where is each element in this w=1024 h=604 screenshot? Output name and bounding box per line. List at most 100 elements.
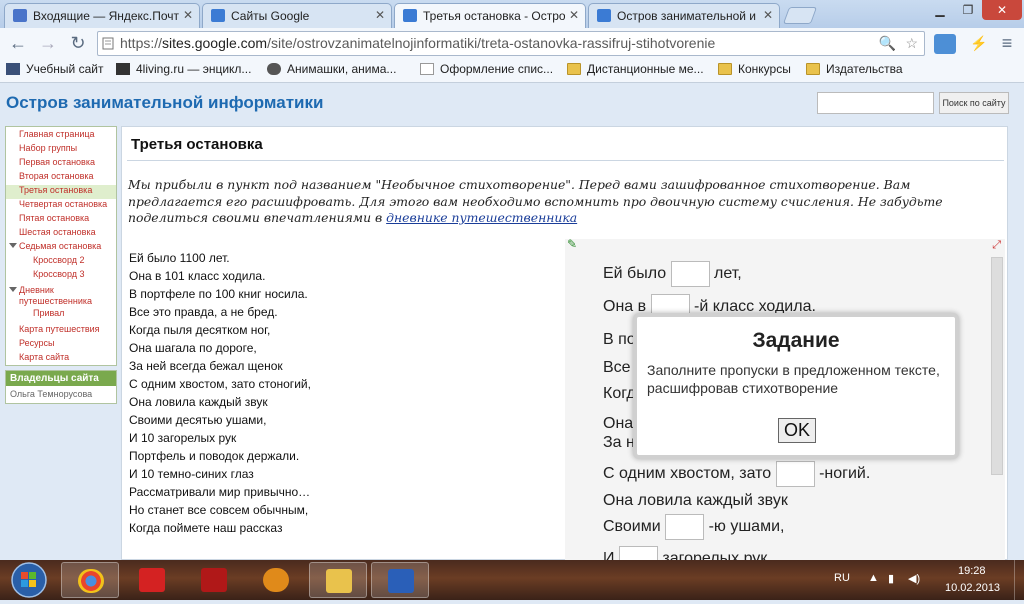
bookmark-item[interactable]: Анимашки, анима...	[267, 62, 396, 76]
answer-input[interactable]	[665, 514, 705, 540]
mail-icon	[13, 9, 27, 22]
url-prefix: https://	[120, 35, 163, 51]
gadget-line: Все	[603, 359, 631, 376]
gadget-text: Ей было	[603, 265, 667, 283]
nav-item-stop-6[interactable]: Шестая остановка	[6, 227, 116, 241]
taskbar-media[interactable]	[247, 562, 305, 598]
weather-extension-icon[interactable]	[934, 34, 956, 54]
show-hidden-icons-icon[interactable]: ▲	[868, 572, 879, 584]
poem-line: Когда поймете наш рассказ	[129, 521, 283, 535]
tab-google-sites[interactable]: Сайты Google ✕	[202, 3, 392, 28]
poem-line: Но станет все совсем обычным,	[129, 503, 309, 517]
system-tray: RU ▲ ▮ ◀) 19:28 10.02.2013	[820, 560, 1024, 600]
bookmark-item[interactable]: Дистанционные ме...	[567, 62, 704, 76]
document-icon	[102, 37, 114, 50]
gadget-text: Своими	[603, 518, 661, 536]
bookmark-item[interactable]: 4living.ru — энцикл...	[116, 62, 251, 76]
taskbar-chrome[interactable]	[61, 562, 119, 598]
owners-header: Владельцы сайта	[6, 371, 116, 386]
gadget-text: лет,	[714, 265, 742, 283]
poem-line: Своими десятью ушами,	[129, 413, 267, 427]
owner-name[interactable]: Ольга Темнорусова	[6, 386, 116, 399]
explorer-folder-icon	[326, 569, 352, 593]
bookmark-item[interactable]: Оформление спис...	[420, 62, 553, 76]
bookmark-label: 4living.ru — энцикл...	[136, 62, 252, 76]
nav-item-stop-5[interactable]: Пятая остановка	[6, 213, 116, 227]
taskbar-word[interactable]	[371, 562, 429, 598]
start-button[interactable]	[2, 561, 56, 599]
gadget-edit-icon[interactable]: ✎	[567, 237, 577, 251]
nav-item-resources[interactable]: Ресурсы	[6, 338, 116, 352]
address-bar[interactable]: https://sites.google.com/site/ostrovzani…	[97, 31, 925, 56]
close-tab-icon[interactable]: ✕	[183, 8, 193, 22]
back-icon[interactable]: ←	[6, 32, 30, 56]
folder-icon	[806, 63, 820, 75]
gadget-line: Своими -ю ушами,	[603, 514, 784, 540]
bookmark-item[interactable]: Издательства	[806, 62, 903, 76]
tab-mail[interactable]: Входящие — Яндекс.Почт ✕	[4, 3, 200, 28]
bookmark-item[interactable]: Учебный сайт	[6, 62, 103, 76]
language-indicator[interactable]: RU	[834, 572, 850, 584]
minimize-icon[interactable]: ▁	[926, 0, 954, 20]
close-tab-icon[interactable]: ✕	[569, 8, 579, 22]
tab-third-stop[interactable]: Третья остановка - Остро ✕	[394, 3, 586, 28]
network-icon[interactable]: ▮	[888, 572, 894, 585]
tab-island[interactable]: Остров занимательной и ✕	[588, 3, 780, 28]
maximize-icon[interactable]: ❐	[954, 0, 982, 20]
site-owners-box: Владельцы сайта Ольга Темнорусова	[5, 370, 117, 404]
zoom-icon[interactable]: 🔍	[879, 32, 896, 55]
gadget-text: загорелых рук	[662, 550, 768, 560]
new-tab-button[interactable]	[782, 7, 818, 24]
taskbar-pdf[interactable]	[185, 562, 243, 598]
browser-toolbar: ← → ↻ https://sites.google.com/site/ostr…	[0, 28, 1024, 59]
chrome-icon	[78, 569, 104, 593]
site-search-input[interactable]	[817, 92, 934, 114]
nav-item-crossword-3[interactable]: Кроссворд 3	[6, 269, 116, 283]
close-tab-icon[interactable]: ✕	[375, 8, 385, 22]
nav-item-stop-3[interactable]: Третья остановка	[6, 185, 116, 199]
nav-item-stop-1[interactable]: Первая остановка	[6, 157, 116, 171]
nav-item-stop-4[interactable]: Четвертая остановка	[6, 199, 116, 213]
taskbar-explorer[interactable]	[309, 562, 367, 598]
ok-button[interactable]: OK	[778, 418, 816, 443]
menu-icon[interactable]: ≡	[995, 32, 1019, 56]
answer-input[interactable]	[618, 546, 658, 560]
site-title[interactable]: Остров занимательной информатики	[6, 93, 323, 113]
google-sites-icon	[403, 9, 417, 22]
nav-item-home[interactable]: Главная страница	[6, 129, 116, 143]
expand-arrow-icon[interactable]	[9, 243, 17, 248]
nav-item-crossword-2[interactable]: Кроссворд 2	[6, 255, 116, 269]
diary-link[interactable]: дневнике путешественника	[386, 210, 577, 225]
close-window-icon[interactable]: ✕	[982, 0, 1022, 20]
nav-item-travel-map[interactable]: Карта путешествия	[6, 324, 116, 338]
close-tab-icon[interactable]: ✕	[763, 8, 773, 22]
answer-input[interactable]	[670, 261, 710, 287]
answer-input[interactable]	[775, 461, 815, 487]
forward-icon[interactable]: →	[36, 32, 60, 56]
expand-arrow-icon[interactable]	[9, 287, 17, 292]
google-sites-icon	[211, 9, 225, 22]
reload-icon[interactable]: ↻	[66, 32, 90, 56]
nav-item-stop-7[interactable]: Седьмая остановка	[6, 241, 116, 255]
nav-item-group[interactable]: Набор группы	[6, 143, 116, 157]
gadget-expand-icon[interactable]: ⤢	[992, 239, 1001, 252]
poem-line: И 10 загорелых рук	[129, 431, 237, 445]
nav-item-stop-2[interactable]: Вторая остановка	[6, 171, 116, 185]
show-desktop-button[interactable]	[1014, 560, 1024, 600]
nav-label: Седьмая остановка	[19, 241, 102, 251]
nav-item-diary-cont[interactable]: путешественника	[6, 296, 116, 308]
gadget-text: -ю ушами,	[708, 518, 785, 536]
volume-icon[interactable]: ◀)	[908, 572, 920, 585]
bookmark-label: Конкурсы	[738, 62, 791, 76]
extension-icon[interactable]: ⚡	[967, 32, 991, 56]
gadget-text: -ногий.	[819, 465, 871, 483]
clock-time[interactable]: 19:28	[958, 565, 986, 577]
bookmark-item[interactable]: Конкурсы	[718, 62, 791, 76]
taskbar-antivirus[interactable]	[123, 562, 181, 598]
star-icon[interactable]: ☆	[905, 32, 918, 55]
nav-item-sitemap[interactable]: Карта сайта	[6, 352, 116, 366]
site-search-button[interactable]: Поиск по сайту	[939, 92, 1009, 114]
nav-item-rest[interactable]: Привал	[6, 308, 116, 322]
clock-date[interactable]: 10.02.2013	[945, 582, 1000, 594]
gadget-scrollbar[interactable]	[991, 257, 1003, 475]
